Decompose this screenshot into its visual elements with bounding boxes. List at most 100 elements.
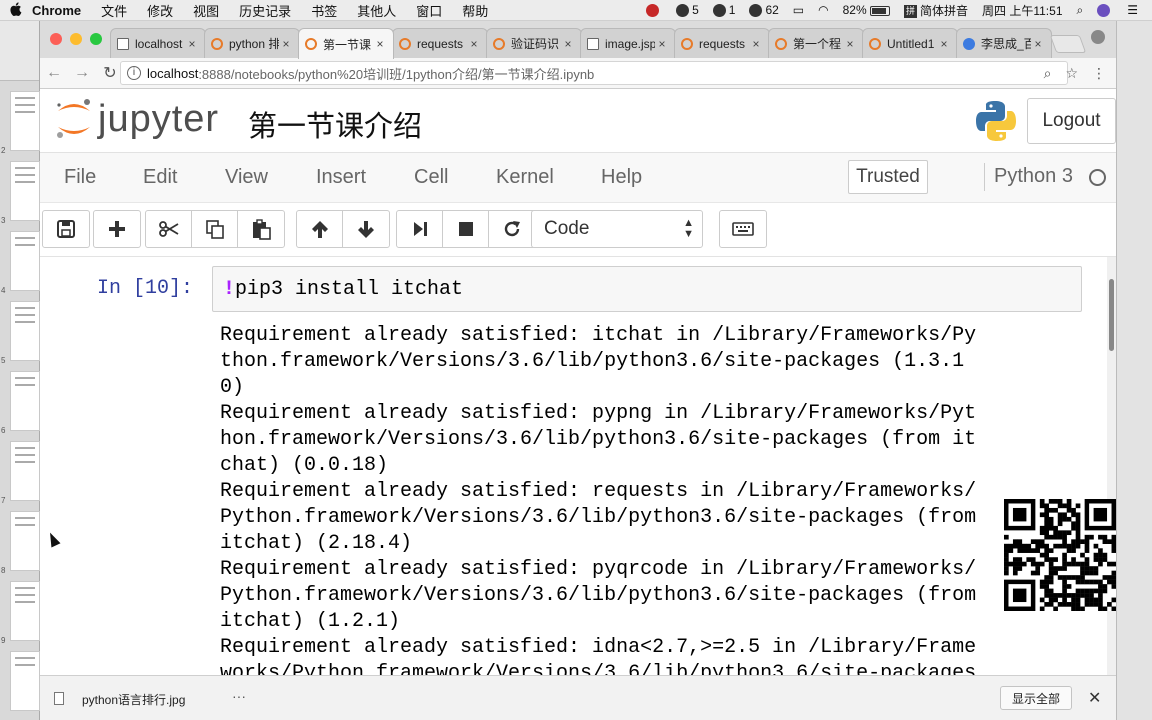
move-up-button[interactable] bbox=[297, 211, 343, 247]
code-cell-input[interactable]: !pip3 install itchat bbox=[212, 266, 1082, 312]
jupyter-menu-view[interactable]: View bbox=[225, 166, 268, 189]
chrome-window: localhost × python 排 × 第一节课 × requests × 验证码… bbox=[40, 21, 1116, 720]
tab-close-icon[interactable]: × bbox=[843, 37, 857, 51]
slide-thumbnail[interactable] bbox=[10, 441, 40, 501]
browser-tab[interactable]: image.jsp × bbox=[580, 28, 676, 58]
browser-tab[interactable]: requests × bbox=[674, 28, 770, 58]
app-menu-chrome[interactable]: Chrome bbox=[32, 3, 81, 18]
zoom-icon[interactable]: ⌕ bbox=[1044, 65, 1052, 82]
download-options-icon[interactable]: ··· bbox=[232, 688, 246, 704]
run-button[interactable] bbox=[397, 211, 443, 247]
minimize-window-button[interactable] bbox=[70, 33, 82, 45]
chrome-menu-icon[interactable]: ⋮ bbox=[1092, 65, 1106, 82]
tab-close-icon[interactable]: × bbox=[937, 37, 951, 51]
slide-thumbnail[interactable] bbox=[10, 581, 40, 641]
plus-icon bbox=[109, 221, 125, 237]
slide-thumbnail[interactable] bbox=[10, 651, 40, 711]
menu-history[interactable]: 历史记录 bbox=[239, 1, 291, 20]
siri-icon[interactable] bbox=[1097, 3, 1113, 18]
menu-people[interactable]: 其他人 bbox=[357, 1, 396, 20]
copy-button[interactable] bbox=[192, 211, 238, 247]
menu-view[interactable]: 视图 bbox=[193, 1, 219, 20]
slide-thumbnail[interactable] bbox=[10, 301, 40, 361]
menu-window[interactable]: 窗口 bbox=[416, 1, 442, 20]
tab-close-icon[interactable]: × bbox=[749, 37, 763, 51]
notebook-title[interactable]: 第一节课介绍 bbox=[248, 103, 422, 145]
slide-thumbnail[interactable] bbox=[10, 91, 40, 151]
jupyter-menu-help[interactable]: Help bbox=[601, 166, 642, 189]
slide-thumbnail[interactable] bbox=[10, 511, 40, 571]
tab-close-icon[interactable]: × bbox=[279, 37, 293, 51]
logout-button[interactable]: Logout bbox=[1027, 98, 1116, 144]
close-download-shelf-icon[interactable]: ✕ bbox=[1088, 688, 1101, 708]
airplay-icon[interactable]: ▭ bbox=[793, 3, 804, 17]
jupyter-menu-kernel[interactable]: Kernel bbox=[496, 166, 554, 189]
kernel-name[interactable]: Python 3 bbox=[994, 165, 1073, 188]
info-icon[interactable]: i bbox=[127, 66, 141, 80]
restart-button[interactable] bbox=[489, 211, 535, 247]
save-button[interactable] bbox=[43, 211, 89, 247]
url-field[interactable]: i localhost:8888/notebooks/python%20培训班/… bbox=[120, 61, 1068, 85]
tray-ime[interactable]: 拼简体拼音 bbox=[904, 2, 968, 19]
show-all-button[interactable]: 显示全部 bbox=[1000, 686, 1072, 710]
tab-close-icon[interactable]: × bbox=[561, 37, 575, 51]
menu-bookmarks[interactable]: 书签 bbox=[311, 1, 337, 20]
menu-edit[interactable]: 修改 bbox=[147, 1, 173, 20]
notification-center-icon[interactable]: ☰ bbox=[1127, 3, 1138, 17]
paste-button[interactable] bbox=[238, 211, 284, 247]
browser-tab[interactable]: Untitled1 × bbox=[862, 28, 958, 58]
tray-bell[interactable]: 5 bbox=[676, 3, 699, 18]
zoom-window-button[interactable] bbox=[90, 33, 102, 45]
url-actions: ⌕ ☆ ⋮ bbox=[1044, 65, 1106, 82]
spotlight-icon[interactable]: ⌕ bbox=[1077, 3, 1084, 18]
trusted-badge[interactable]: Trusted bbox=[848, 160, 928, 194]
command-palette-button[interactable] bbox=[720, 211, 766, 247]
vpn-icon bbox=[749, 4, 763, 18]
interrupt-button[interactable] bbox=[443, 211, 489, 247]
slide-thumbnail[interactable] bbox=[10, 231, 40, 291]
bookmark-star-icon[interactable]: ☆ bbox=[1065, 65, 1078, 82]
shell-bang: ! bbox=[223, 278, 236, 301]
notebook-scrollbar[interactable] bbox=[1107, 257, 1116, 688]
tab-close-icon[interactable]: × bbox=[1031, 37, 1045, 51]
insert-cell-button[interactable] bbox=[94, 211, 140, 247]
tab-close-icon[interactable]: × bbox=[655, 37, 669, 51]
browser-tab[interactable]: 李思成_百 × bbox=[956, 28, 1052, 58]
menu-help[interactable]: 帮助 bbox=[462, 1, 488, 20]
tab-close-icon[interactable]: × bbox=[373, 37, 387, 51]
jupyter-menu-cell[interactable]: Cell bbox=[414, 166, 448, 189]
clock[interactable]: 周四 上午11:51 bbox=[982, 2, 1062, 19]
tray-battery[interactable]: 82% bbox=[843, 3, 890, 17]
profile-icon[interactable] bbox=[1091, 30, 1105, 44]
cell-type-select[interactable]: Code ▲ ▼ bbox=[531, 210, 703, 248]
browser-tab[interactable]: localhost × bbox=[110, 28, 206, 58]
url-path: :8888/notebooks/python%20培训班/1python介绍/第… bbox=[198, 66, 595, 82]
browser-tab[interactable]: python 排 × bbox=[204, 28, 300, 58]
scrollbar-thumb[interactable] bbox=[1109, 279, 1114, 351]
close-window-button[interactable] bbox=[50, 33, 62, 45]
slide-thumbnail[interactable] bbox=[10, 161, 40, 221]
cut-button[interactable] bbox=[146, 211, 192, 247]
browser-tab-active[interactable]: 第一节课 × bbox=[298, 28, 394, 59]
jupyter-menu-file[interactable]: File bbox=[64, 166, 96, 189]
tray-vpn[interactable]: 62 bbox=[749, 3, 779, 18]
menu-file[interactable]: 文件 bbox=[101, 1, 127, 20]
back-icon[interactable]: ← bbox=[40, 64, 68, 82]
download-item[interactable]: python语言排行.jpg bbox=[82, 691, 185, 708]
tab-close-icon[interactable]: × bbox=[185, 37, 199, 51]
forward-icon[interactable]: → bbox=[68, 64, 96, 82]
new-tab-button[interactable] bbox=[1049, 35, 1087, 53]
jupyter-menu-insert[interactable]: Insert bbox=[316, 166, 366, 189]
tray-wechat[interactable]: 1 bbox=[712, 3, 735, 18]
tab-close-icon[interactable]: × bbox=[467, 37, 481, 51]
tray-app-icon[interactable] bbox=[646, 3, 662, 18]
browser-tab[interactable]: 验证码识 × bbox=[486, 28, 582, 58]
apple-icon[interactable] bbox=[0, 1, 32, 19]
slide-thumbnail[interactable] bbox=[10, 371, 40, 431]
browser-tab[interactable]: requests × bbox=[392, 28, 488, 58]
jupyter-menu-edit[interactable]: Edit bbox=[143, 166, 177, 189]
move-down-button[interactable] bbox=[343, 211, 389, 247]
browser-tab[interactable]: 第一个程 × bbox=[768, 28, 864, 58]
jupyter-logo-icon[interactable] bbox=[54, 97, 94, 141]
wifi-icon[interactable]: ◠ bbox=[818, 3, 828, 17]
